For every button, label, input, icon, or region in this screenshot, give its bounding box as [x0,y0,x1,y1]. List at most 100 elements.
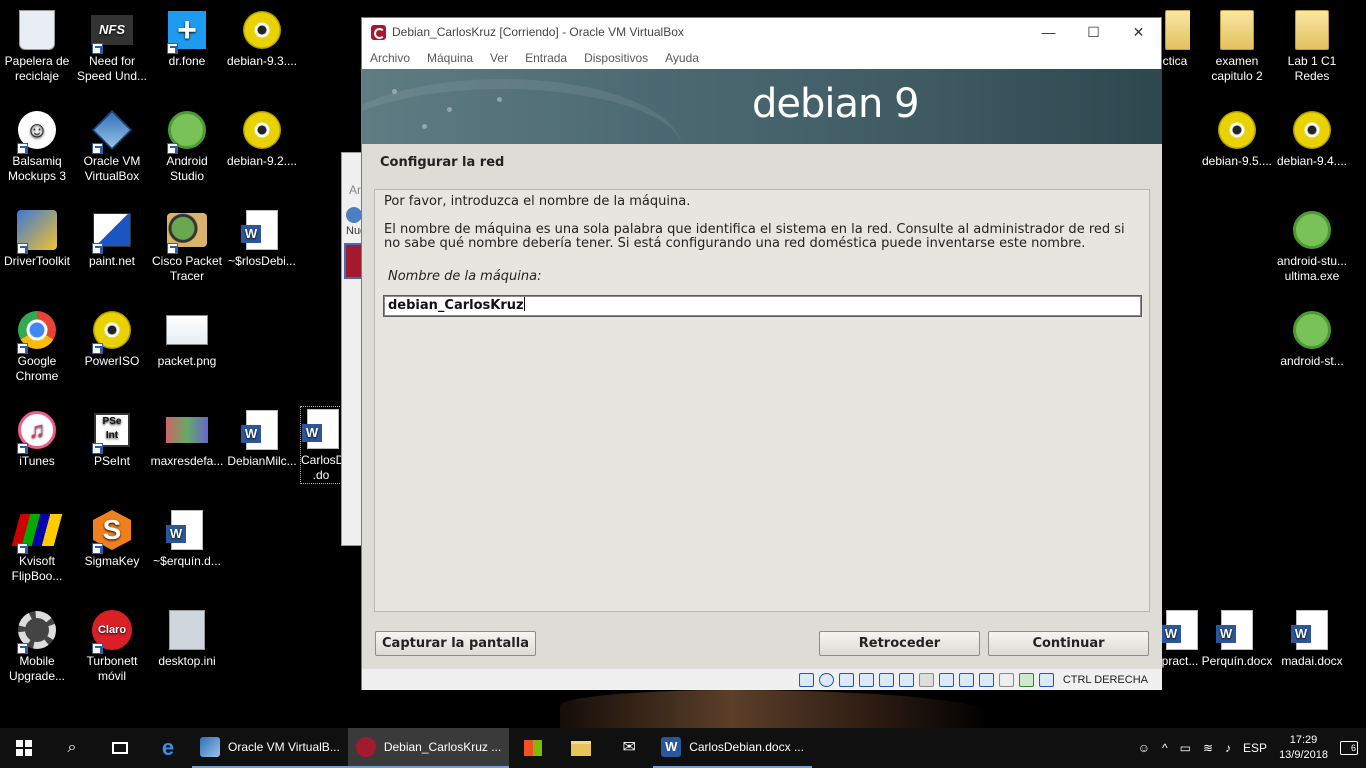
desktop-icon-virtualbox[interactable]: Oracle VM VirtualBox [75,108,149,184]
search-button[interactable]: ⌕ [48,728,96,768]
desktop-icon-turbonett[interactable]: Claro Turbonett móvil [75,608,149,684]
maximize-button[interactable]: ☐ [1071,18,1116,47]
desktop-icon-mobile-upgrade[interactable]: Mobile Upgrade... [0,608,74,684]
keyboard-icon[interactable] [1038,672,1054,687]
menu-ayuda[interactable]: Ayuda [665,47,699,69]
windows-logo-icon [16,740,32,756]
vm-running-icon [355,737,376,757]
disc-image-icon [240,108,284,152]
language-indicator[interactable]: ESP [1243,728,1267,768]
chevron-up-icon[interactable]: ^ [1162,728,1168,768]
sigmakey-icon: S [90,508,134,554]
video-capture-icon[interactable] [938,672,954,687]
menu-archivo[interactable]: Archivo [370,47,410,69]
desktop-icon-carlosdebian[interactable]: CarlosD .do [300,406,342,484]
screenshot-button[interactable]: Capturar la pantalla [375,631,536,656]
desktop-icon-poweriso[interactable]: PowerISO [75,308,149,369]
mail-icon: ✉ [622,739,636,756]
notifications-icon[interactable]: 6 [1340,741,1358,755]
desktop-icon-debian-94[interactable]: debian-9.4.... [1275,108,1349,169]
file-explorer-button[interactable] [557,728,605,768]
desktop-icon-madai-doc[interactable]: madai.docx [1275,608,1349,669]
virtualization-icon[interactable] [998,672,1014,687]
edge-button[interactable]: e [144,728,192,768]
virtualbox-vm-icon [371,25,386,40]
task-view-button[interactable] [96,728,144,768]
desktop-icon-nfs[interactable]: NFS Need for Speed Und... [75,8,149,84]
hostname-input[interactable]: debian_CarlosKruz [383,295,1142,317]
desktop-icon-packet-tracer[interactable]: Cisco Packet Tracer [150,208,224,284]
start-button[interactable] [0,728,48,768]
continue-button[interactable]: Continuar [988,631,1149,656]
desktop-icon-temp-doc-1[interactable]: ~$rlosDebi... [225,208,299,269]
taskbar-app-debian-vm[interactable]: Debian_CarlosKruz ... [347,728,510,768]
mouse-integration-icon[interactable] [1018,672,1034,687]
store-button[interactable] [509,728,557,768]
banner-title: debian 9 [752,81,920,127]
desktop-icon-packet-png[interactable]: packet.png [150,308,224,369]
clock[interactable]: 17:29 13/9/2018 [1279,733,1328,763]
people-icon[interactable]: ☺ [1138,728,1150,768]
cpu-icon[interactable] [958,672,974,687]
desktop-icon-itunes[interactable]: ♫ iTunes [0,408,74,469]
audio-icon[interactable] [838,672,854,687]
desktop-icon-maxresdefault[interactable]: maxresdefa... [150,408,224,469]
desktop-icon-paintnet[interactable]: paint.net [75,208,149,269]
desktop-icon-pseint[interactable]: PSe Int PSeInt [75,408,149,469]
poweriso-icon [90,308,134,354]
back-button[interactable]: Retroceder [819,631,980,656]
display-icon[interactable] [918,672,934,687]
recording-icon[interactable] [978,672,994,687]
desktop-icon-debian-95[interactable]: debian-9.5.... [1200,108,1274,169]
menu-dispositivos[interactable]: Dispositivos [584,47,648,69]
desktop-icon-android-exe[interactable]: android-stu... ultima.exe [1275,208,1349,284]
virtualbox-vm-window[interactable]: Debian_CarlosKruz [Corriendo] - Oracle V… [361,17,1162,690]
word-doc-icon [240,408,284,452]
desktop-icon-android-st[interactable]: android-st... [1275,308,1349,369]
folder-icon [1215,8,1259,52]
desktop-icon-kvisoft[interactable]: Kvisoft FlipBoo... [0,508,74,584]
vm-display[interactable]: debian 9 Configurar la red Por favor, in… [362,69,1162,668]
window-title: Debian_CarlosKruz [Corriendo] - Oracle V… [392,25,684,39]
menu-ver[interactable]: Ver [490,47,508,69]
desktop-icon-recycle-bin[interactable]: Papelera de reciclaje [0,8,74,84]
optical-drive-icon[interactable] [818,672,834,687]
minimize-button[interactable]: — [1026,18,1071,47]
nfs-icon: NFS [90,8,134,54]
volume-icon[interactable]: ♪ [1225,728,1231,768]
title-bar[interactable]: Debian_CarlosKruz [Corriendo] - Oracle V… [362,18,1161,47]
mail-button[interactable]: ✉ [605,728,653,768]
desktop-icon-balsamiq[interactable]: ☺ Balsamiq Mockups 3 [0,108,74,184]
description-text: El nombre de máquina es una sola palabra… [384,222,1125,251]
desktop-icon-debian-92[interactable]: debian-9.2.... [225,108,299,169]
desktop-icon-practica-doc[interactable]: pract... [1160,608,1200,669]
battery-icon[interactable]: ▭ [1180,728,1191,768]
taskbar-app-word[interactable]: W CarlosDebian.docx ... [653,728,812,768]
desktop-icon-desktop-ini[interactable]: desktop.ini [150,608,224,669]
desktop-icon-perquin-doc[interactable]: Perquín.docx [1200,608,1274,669]
desktop-icon-lab-folder[interactable]: Lab 1 C1 Redes [1275,8,1349,84]
desktop-icon-drfone[interactable]: + dr.fone [150,8,224,69]
desktop-icon-temp-doc-2[interactable]: ~$erquín.d... [150,508,224,569]
network-icon[interactable] [858,672,874,687]
virtualbox-icon [90,108,134,154]
wifi-icon[interactable]: ≋ [1203,728,1213,768]
close-button[interactable]: ✕ [1116,18,1161,47]
desktop-icon-android-studio[interactable]: Android Studio [150,108,224,184]
desktop-icon-practica-folder[interactable]: ctica [1160,8,1190,69]
paint-net-icon [90,208,134,254]
usb-icon[interactable] [878,672,894,687]
hard-disk-icon[interactable] [798,672,814,687]
desktop-icon-debian-93[interactable]: debian-9.3.... [225,8,299,69]
desktop-icon-drivertoolkit[interactable]: DriverToolkit [0,208,74,269]
taskbar-app-virtualbox[interactable]: Oracle VM VirtualB... [192,728,348,768]
shared-folders-icon[interactable] [898,672,914,687]
menu-maquina[interactable]: Máquina [427,47,473,69]
desktop-icon-sigmakey[interactable]: S SigmaKey [75,508,149,569]
folder-icon [1290,8,1334,52]
android-studio-icon [1290,308,1334,352]
menu-entrada[interactable]: Entrada [525,47,567,69]
desktop-icon-chrome[interactable]: Google Chrome [0,308,74,384]
desktop-icon-examen-folder[interactable]: examen capitulo 2 [1200,8,1274,84]
desktop-icon-debianmilc[interactable]: DebianMilc... [225,408,299,469]
